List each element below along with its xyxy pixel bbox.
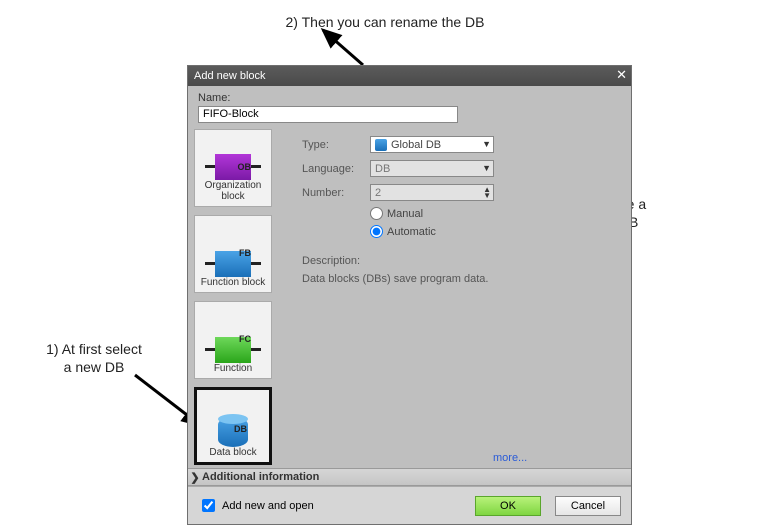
language-label: Language: (302, 163, 370, 175)
additional-info-label: Additional information (202, 471, 319, 483)
db-tag: DB (234, 424, 247, 434)
name-label: Name: (198, 92, 621, 104)
number-field: 2 ▲▼ (370, 184, 494, 201)
chevron-right-icon: ❯ (188, 471, 202, 484)
tile-data-block[interactable]: DB Data block (194, 387, 272, 465)
name-input[interactable] (198, 106, 458, 123)
annotation-2: 2) Then you can rename the DB (245, 13, 525, 31)
radio-manual-label: Manual (387, 208, 423, 220)
fc-tag: FC (239, 334, 251, 344)
fb-tag: FB (239, 248, 251, 258)
type-dropdown[interactable]: Global DB ▼ (370, 136, 494, 153)
tile-organization-block[interactable]: OB Organization block (194, 129, 272, 207)
additional-info-bar[interactable]: ❯ Additional information (188, 468, 631, 486)
close-icon[interactable]: ✕ (616, 67, 627, 83)
language-dropdown: DB ▼ (370, 160, 494, 177)
add-and-open-label: Add new and open (222, 500, 314, 512)
tile-label: Organization block (205, 180, 262, 202)
chevron-down-icon: ▼ (482, 139, 491, 149)
radio-manual[interactable] (370, 207, 383, 220)
cancel-button[interactable]: Cancel (555, 496, 621, 516)
name-section: Name: (188, 86, 631, 123)
dialog-title: Add new block (194, 70, 266, 82)
radio-automatic[interactable] (370, 225, 383, 238)
chevron-down-icon: ▼ (482, 163, 491, 173)
tile-label: Function (214, 363, 252, 374)
description-label: Description: (302, 255, 619, 267)
button-bar: Add new and open OK Cancel (188, 486, 631, 524)
number-label: Number: (302, 187, 370, 199)
type-label: Type: (302, 139, 370, 151)
tile-label: Data block (209, 447, 256, 458)
tile-function[interactable]: FC Function (194, 301, 272, 379)
ob-tag: OB (238, 162, 252, 172)
language-value: DB (375, 163, 390, 175)
type-value: Global DB (391, 139, 441, 151)
tile-function-block[interactable]: FB Function block (194, 215, 272, 293)
more-link[interactable]: more... (493, 452, 527, 464)
number-value: 2 (375, 187, 381, 199)
add-new-block-dialog: Add new block ✕ Name: OB Organization bl… (187, 65, 632, 525)
titlebar: Add new block ✕ (188, 66, 631, 86)
tile-label: Function block (201, 277, 265, 288)
spinner-icon: ▲▼ (483, 187, 491, 199)
add-and-open-checkbox[interactable] (202, 499, 215, 512)
global-db-icon (375, 139, 387, 151)
ok-button[interactable]: OK (475, 496, 541, 516)
details-pane: Type: Global DB ▼ Language: DB ▼ Number:… (284, 123, 631, 495)
description-text: Data blocks (DBs) save program data. (302, 273, 619, 285)
radio-automatic-label: Automatic (387, 226, 436, 238)
block-type-sidebar: OB Organization block FB Function block … (188, 123, 284, 495)
